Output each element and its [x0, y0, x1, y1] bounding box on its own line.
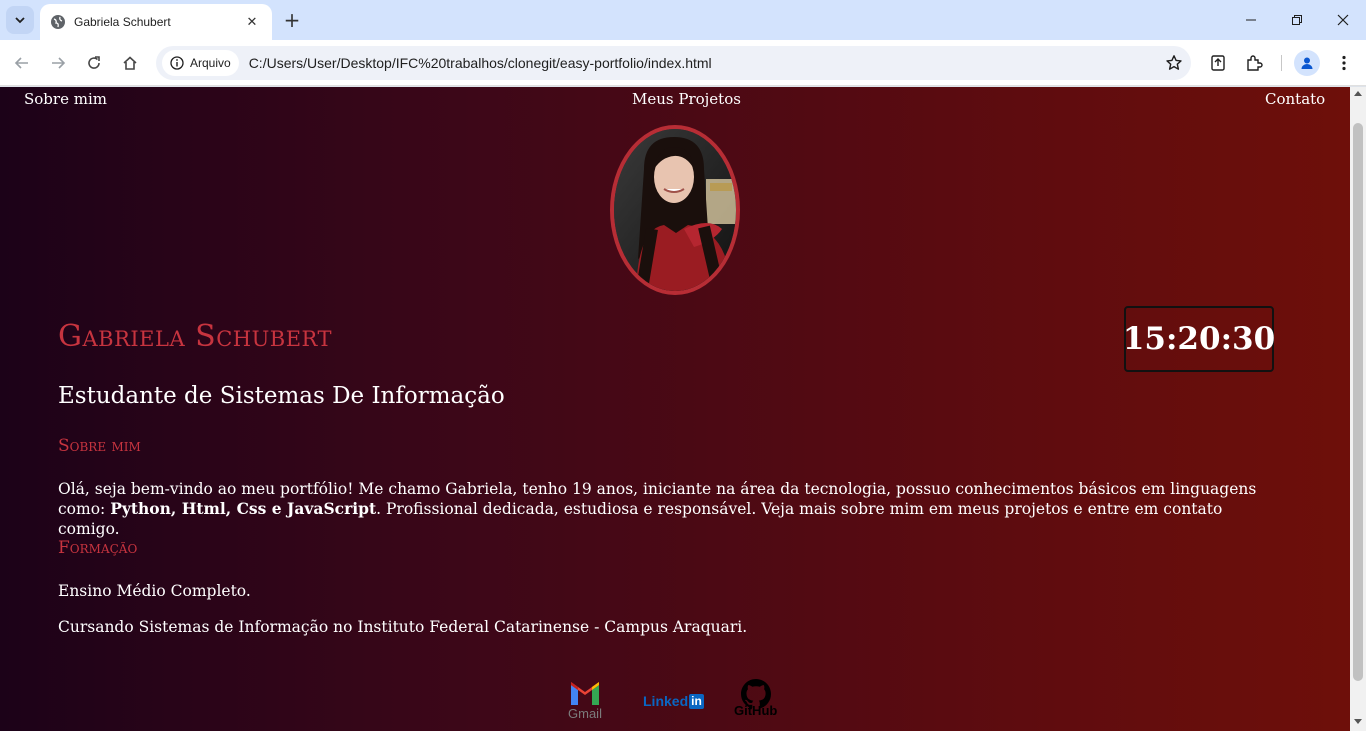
close-window-button[interactable]: [1320, 6, 1366, 34]
reload-icon: [88, 56, 100, 69]
nav-link-projects[interactable]: Meus Projetos: [632, 90, 741, 108]
scroll-thumb[interactable]: [1353, 123, 1363, 681]
nav-link-contact[interactable]: Contato: [1265, 90, 1325, 108]
github-label: GitHub: [734, 703, 778, 718]
nav-link-about[interactable]: Sobre mim: [24, 90, 107, 108]
home-icon: [123, 56, 137, 70]
hero-subtitle: Estudante de Sistemas De Informação: [58, 383, 505, 409]
linkedin-link[interactable]: Linked in: [643, 693, 704, 709]
chevron-down-icon: [15, 17, 25, 24]
gmail-icon: [571, 682, 599, 705]
browser-toolbar: Arquivo C:/Users/User/Desktop/IFC%20trab…: [0, 40, 1366, 86]
browser-menu-button[interactable]: [1330, 49, 1358, 77]
gmail-link[interactable]: Gmail: [568, 679, 602, 721]
close-icon: [1337, 14, 1349, 26]
address-bar[interactable]: Arquivo C:/Users/User/Desktop/IFC%20trab…: [156, 46, 1191, 80]
bookmark-star-icon[interactable]: [1157, 54, 1191, 72]
page-viewport: Sobre mim Meus Projetos Contato Gabriela…: [0, 87, 1366, 731]
kebab-menu-icon: [1342, 55, 1346, 71]
hero-name: Gabriela Schubert: [58, 319, 332, 354]
extensions-button[interactable]: [1240, 49, 1268, 77]
gmail-label: Gmail: [568, 706, 602, 721]
home-button[interactable]: [116, 49, 144, 77]
restore-icon: [1292, 15, 1302, 25]
minimize-icon: [1246, 19, 1256, 21]
about-paragraph: Olá, seja bem-vindo ao meu portfólio! Me…: [58, 479, 1288, 539]
share-button[interactable]: [1204, 49, 1232, 77]
scroll-up-arrow-icon[interactable]: [1354, 91, 1362, 96]
education-item-2: Cursando Sistemas de Informação no Insti…: [58, 618, 748, 636]
portfolio-page: Sobre mim Meus Projetos Contato Gabriela…: [0, 87, 1350, 731]
back-button[interactable]: [8, 49, 36, 77]
arrow-left-icon: [14, 57, 28, 69]
digital-clock: 15:20:30: [1123, 306, 1275, 372]
profile-avatar-icon: [1294, 50, 1320, 76]
about-skills: Python, Html, Css e JavaScript: [110, 499, 377, 518]
restore-button[interactable]: [1274, 6, 1320, 34]
minimize-button[interactable]: [1228, 6, 1274, 34]
scroll-down-arrow-icon[interactable]: [1354, 719, 1362, 724]
browser-tab[interactable]: Gabriela Schubert ✕: [40, 4, 272, 40]
info-icon: [170, 56, 184, 70]
toolbar-separator: [1281, 55, 1282, 71]
puzzle-icon: [1247, 55, 1263, 71]
profile-photo: [610, 125, 740, 295]
new-tab-button[interactable]: +: [280, 8, 304, 32]
tab-title: Gabriela Schubert: [74, 15, 171, 29]
tab-search-button[interactable]: [6, 6, 34, 34]
linkedin-in-icon: in: [689, 693, 704, 709]
site-info-chip[interactable]: Arquivo: [162, 50, 239, 76]
linkedin-label: Linked: [643, 693, 689, 709]
globe-icon: [50, 14, 66, 30]
forward-button[interactable]: [44, 49, 72, 77]
url-text[interactable]: C:/Users/User/Desktop/IFC%20trabalhos/cl…: [249, 55, 1157, 71]
site-info-label: Arquivo: [190, 56, 231, 70]
reload-button[interactable]: [80, 49, 108, 77]
close-tab-icon[interactable]: ✕: [242, 12, 262, 32]
profile-button[interactable]: [1293, 49, 1321, 77]
about-heading: Sobre mim: [58, 436, 141, 456]
education-heading: Formação: [58, 538, 138, 558]
profile-portrait-image: [614, 129, 736, 291]
education-item-1: Ensino Médio Completo.: [58, 582, 251, 600]
github-link[interactable]: GitHub: [734, 679, 777, 718]
arrow-right-icon: [52, 57, 66, 69]
browser-tab-bar: Gabriela Schubert ✕ +: [0, 0, 1366, 40]
share-icon: [1211, 55, 1225, 71]
page-scrollbar[interactable]: [1350, 87, 1366, 731]
